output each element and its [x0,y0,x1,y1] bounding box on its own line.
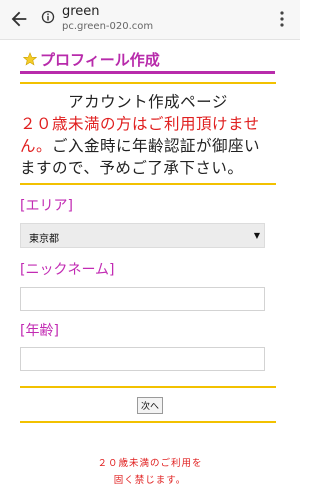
info-icon[interactable] [41,10,55,24]
area-selected-value: 東京都 [29,234,59,245]
area-label: [エリア] [20,198,73,214]
page-title: プロフィール作成 [40,51,160,69]
more-vert-icon[interactable] [279,10,285,28]
intro-text: アカウント作成ページ ２０歳未満の方はご利用頂けません。ご入金時に年齢認証が御座… [20,91,276,179]
page-header: プロフィール作成 [20,49,275,74]
back-arrow-icon[interactable] [8,8,30,30]
divider [20,183,276,185]
footer-age-notice: ２０歳未満のご利用を 固く禁じます。 [0,455,300,489]
footer-line: 固く禁じます。 [113,475,187,486]
browser-top-bar: green pc.green-020.com [0,0,300,40]
area-select[interactable]: 東京都 ▼ [20,223,265,248]
nickname-label: [ニックネーム] [20,262,115,278]
age-input[interactable] [20,347,265,371]
site-title: green [62,4,100,19]
next-button[interactable]: 次へ [137,397,163,414]
age-label: [年齢] [20,323,59,339]
age-verification-note: ご入金時に年齢認証が御座いますので、予めご了承下さい。 [20,137,261,177]
site-url[interactable]: pc.green-020.com [62,21,153,32]
dropdown-arrow-icon: ▼ [253,231,260,240]
intro-heading: アカウント作成ページ [68,93,228,111]
divider [20,386,276,388]
nickname-input[interactable] [20,287,265,311]
star-icon [23,52,37,66]
divider [20,421,276,423]
footer-line: ２０歳未満のご利用を [97,458,203,469]
divider [20,82,276,84]
